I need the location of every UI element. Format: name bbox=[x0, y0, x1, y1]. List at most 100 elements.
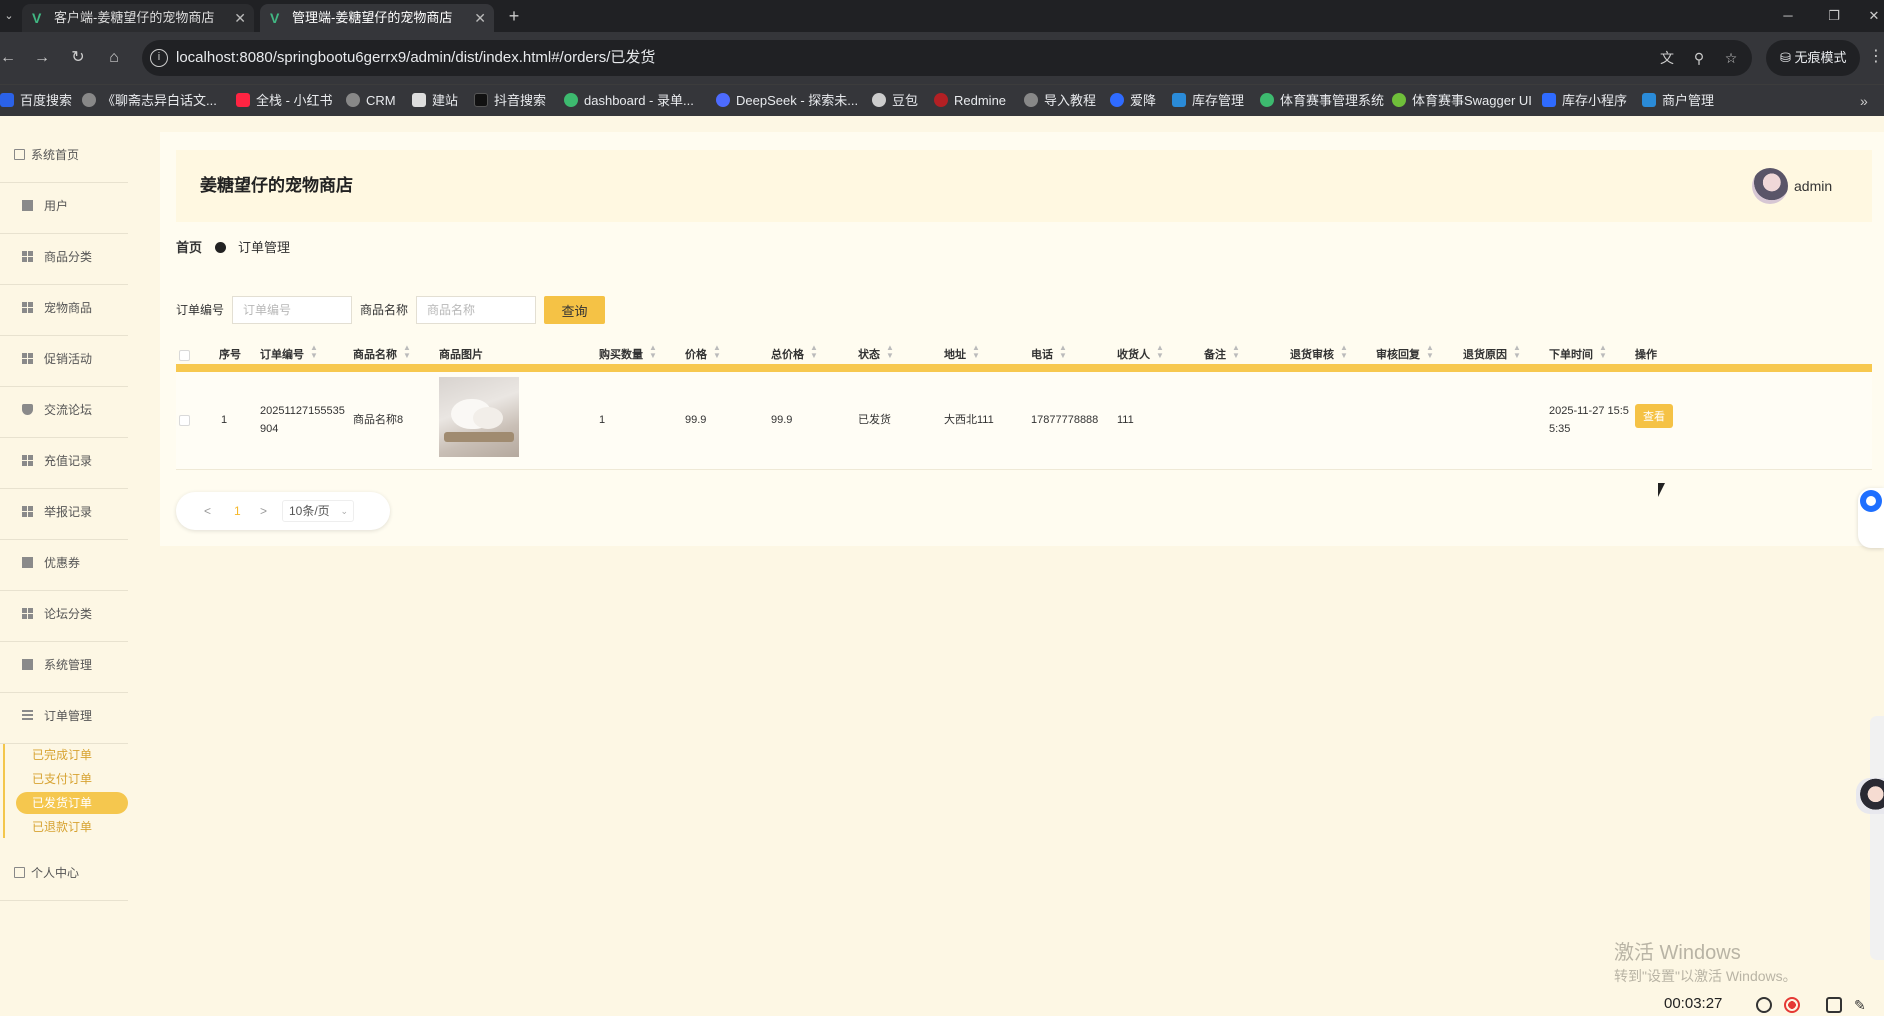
bookmark-item[interactable]: 体育赛事Swagger UI bbox=[1392, 85, 1532, 117]
minimize-icon[interactable]: ─ bbox=[1772, 0, 1804, 32]
close-tab-icon[interactable]: ✕ bbox=[234, 4, 246, 32]
sort-icon[interactable]: ▲ ▼ bbox=[972, 344, 980, 360]
reload-icon[interactable]: ↻ bbox=[66, 46, 90, 70]
zoom-icon[interactable]: ⚲ bbox=[1688, 48, 1710, 68]
bookmark-item[interactable]: 商户管理 bbox=[1642, 85, 1714, 117]
close-tab-icon[interactable]: ✕ bbox=[474, 4, 486, 32]
submenu-item-completed[interactable]: 已完成订单 bbox=[16, 744, 128, 766]
close-window-icon[interactable]: ✕ bbox=[1858, 0, 1884, 32]
sort-icon[interactable]: ▲ ▼ bbox=[1232, 344, 1240, 360]
col-status[interactable]: 状态 ▲ ▼ bbox=[858, 342, 894, 368]
col-address[interactable]: 地址 ▲ ▼ bbox=[944, 342, 980, 368]
sidebar-item-forum[interactable]: 交流论坛 bbox=[0, 387, 128, 438]
sidebar-item-promotions[interactable]: 促销活动 bbox=[0, 336, 128, 387]
sort-icon[interactable]: ▲ ▼ bbox=[1513, 344, 1521, 360]
bookmark-item[interactable]: 百度搜索 bbox=[0, 85, 72, 117]
bookmark-item[interactable]: 豆包 bbox=[872, 85, 918, 117]
sort-icon[interactable]: ▲ ▼ bbox=[713, 344, 721, 360]
bookmark-item[interactable]: CRM bbox=[346, 85, 396, 117]
bookmark-item[interactable]: 体育赛事管理系统 bbox=[1260, 85, 1384, 117]
product-name-input[interactable] bbox=[416, 296, 536, 324]
col-quantity[interactable]: 购买数量 ▲ ▼ bbox=[599, 342, 657, 368]
new-tab-button[interactable]: + bbox=[502, 4, 526, 28]
side-toolbar[interactable] bbox=[1870, 716, 1884, 960]
view-button[interactable]: 查看 bbox=[1635, 404, 1673, 428]
bookmark-item[interactable]: 库存管理 bbox=[1172, 85, 1244, 117]
col-remark[interactable]: 备注 ▲ ▼ bbox=[1204, 342, 1240, 368]
bookmark-item[interactable]: 《聊斋志异白话文... bbox=[82, 85, 217, 117]
col-receiver[interactable]: 收货人 ▲ ▼ bbox=[1117, 342, 1164, 368]
incognito-badge[interactable]: ⛁ 无痕模式 bbox=[1766, 40, 1860, 76]
tab-search-chevron-icon[interactable]: ⌄ bbox=[0, 4, 18, 28]
sidebar-item-profile[interactable]: 个人中心 bbox=[0, 850, 128, 901]
order-no-input[interactable] bbox=[232, 296, 352, 324]
sort-icon[interactable]: ▲ ▼ bbox=[649, 344, 657, 360]
site-info-icon[interactable]: i bbox=[150, 49, 168, 67]
submenu-item-refunded[interactable]: 已退款订单 bbox=[16, 816, 128, 838]
bookmark-item[interactable]: 建站 bbox=[412, 85, 458, 117]
floating-chat-button[interactable] bbox=[1858, 488, 1884, 548]
col-order-no[interactable]: 订单编号 ▲ ▼ bbox=[260, 342, 318, 368]
bookmark-item[interactable]: Redmine bbox=[934, 85, 1006, 117]
sidebar-item-categories[interactable]: 商品分类 bbox=[0, 234, 128, 285]
col-return-reason[interactable]: 退货原因 ▲ ▼ bbox=[1463, 342, 1521, 368]
back-icon[interactable]: ← bbox=[0, 46, 20, 70]
sidebar-item-recharge[interactable]: 充值记录 bbox=[0, 438, 128, 489]
sidebar-item-users[interactable]: 用户 bbox=[0, 183, 128, 234]
select-all-checkbox[interactable] bbox=[179, 350, 190, 361]
bookmark-item[interactable]: 全栈 - 小红书 bbox=[236, 85, 333, 117]
translate-icon[interactable]: 文 bbox=[1656, 48, 1678, 68]
camera-icon[interactable] bbox=[1826, 997, 1842, 1013]
col-review-reply[interactable]: 审核回复 ▲ ▼ bbox=[1376, 342, 1434, 368]
query-button[interactable]: 查询 bbox=[544, 296, 605, 324]
sidebar-item-home[interactable]: 系统首页 bbox=[0, 132, 128, 183]
stop-record-icon[interactable] bbox=[1784, 997, 1800, 1013]
page-size-select[interactable]: 10条/页 ⌄ bbox=[282, 500, 354, 522]
url-text[interactable]: localhost:8080/springbootu6gerrx9/admin/… bbox=[176, 40, 655, 76]
product-image[interactable] bbox=[439, 377, 519, 457]
sort-icon[interactable]: ▲ ▼ bbox=[1599, 344, 1607, 360]
submenu-item-shipped[interactable]: 已发货订单 bbox=[16, 792, 128, 814]
more-bookmarks-icon[interactable]: » bbox=[1860, 85, 1868, 117]
sort-icon[interactable]: ▲ ▼ bbox=[886, 344, 894, 360]
pause-icon[interactable] bbox=[1756, 997, 1772, 1013]
sidebar-item-pet-products[interactable]: 宠物商品 bbox=[0, 285, 128, 336]
breadcrumb-home[interactable]: 首页 bbox=[176, 240, 202, 255]
sort-icon[interactable]: ▲ ▼ bbox=[810, 344, 818, 360]
sort-icon[interactable]: ▲ ▼ bbox=[1426, 344, 1434, 360]
sidebar-item-system[interactable]: 系统管理 bbox=[0, 642, 128, 693]
address-bar[interactable]: i localhost:8080/springbootu6gerrx9/admi… bbox=[142, 40, 1752, 76]
sidebar-item-orders[interactable]: 订单管理 bbox=[0, 693, 128, 744]
pen-icon[interactable]: ✎ bbox=[1854, 997, 1870, 1013]
col-return-review[interactable]: 退货审核 ▲ ▼ bbox=[1290, 342, 1348, 368]
sort-icon[interactable]: ▲ ▼ bbox=[310, 344, 318, 360]
prev-page-button[interactable]: < bbox=[204, 492, 211, 530]
sidebar-item-forum-categories[interactable]: 论坛分类 bbox=[0, 591, 128, 642]
assistant-avatar[interactable] bbox=[1856, 778, 1884, 814]
sidebar-item-reports[interactable]: 举报记录 bbox=[0, 489, 128, 540]
col-phone[interactable]: 电话 ▲ ▼ bbox=[1031, 342, 1067, 368]
submenu-item-paid[interactable]: 已支付订单 bbox=[16, 768, 128, 790]
sort-icon[interactable]: ▲ ▼ bbox=[1059, 344, 1067, 360]
row-checkbox[interactable] bbox=[179, 415, 190, 426]
col-order-time[interactable]: 下单时间 ▲ ▼ bbox=[1549, 342, 1607, 368]
bookmark-item[interactable]: 导入教程 bbox=[1024, 85, 1096, 117]
bookmark-star-icon[interactable]: ☆ bbox=[1720, 48, 1742, 68]
sort-icon[interactable]: ▲ ▼ bbox=[1340, 344, 1348, 360]
next-page-button[interactable]: > bbox=[260, 492, 267, 530]
bookmark-item[interactable]: 爱降 bbox=[1110, 85, 1156, 117]
bookmark-item[interactable]: dashboard - 录单... bbox=[564, 85, 694, 117]
home-icon[interactable]: ⌂ bbox=[102, 46, 126, 70]
browser-menu-icon[interactable]: ⋮ bbox=[1868, 46, 1884, 66]
forward-icon[interactable]: → bbox=[30, 46, 54, 70]
bookmark-item[interactable]: 库存小程序 bbox=[1542, 85, 1627, 117]
avatar[interactable] bbox=[1752, 168, 1788, 204]
sort-icon[interactable]: ▲ ▼ bbox=[1156, 344, 1164, 360]
bookmark-item[interactable]: DeepSeek - 探索未... bbox=[716, 85, 858, 117]
col-product-name[interactable]: 商品名称 ▲ ▼ bbox=[353, 342, 411, 368]
sort-icon[interactable]: ▲ ▼ bbox=[403, 344, 411, 360]
restore-icon[interactable]: ❐ bbox=[1818, 0, 1850, 32]
page-number[interactable]: 1 bbox=[234, 492, 241, 530]
col-price[interactable]: 价格 ▲ ▼ bbox=[685, 342, 721, 368]
username[interactable]: admin bbox=[1794, 150, 1832, 222]
